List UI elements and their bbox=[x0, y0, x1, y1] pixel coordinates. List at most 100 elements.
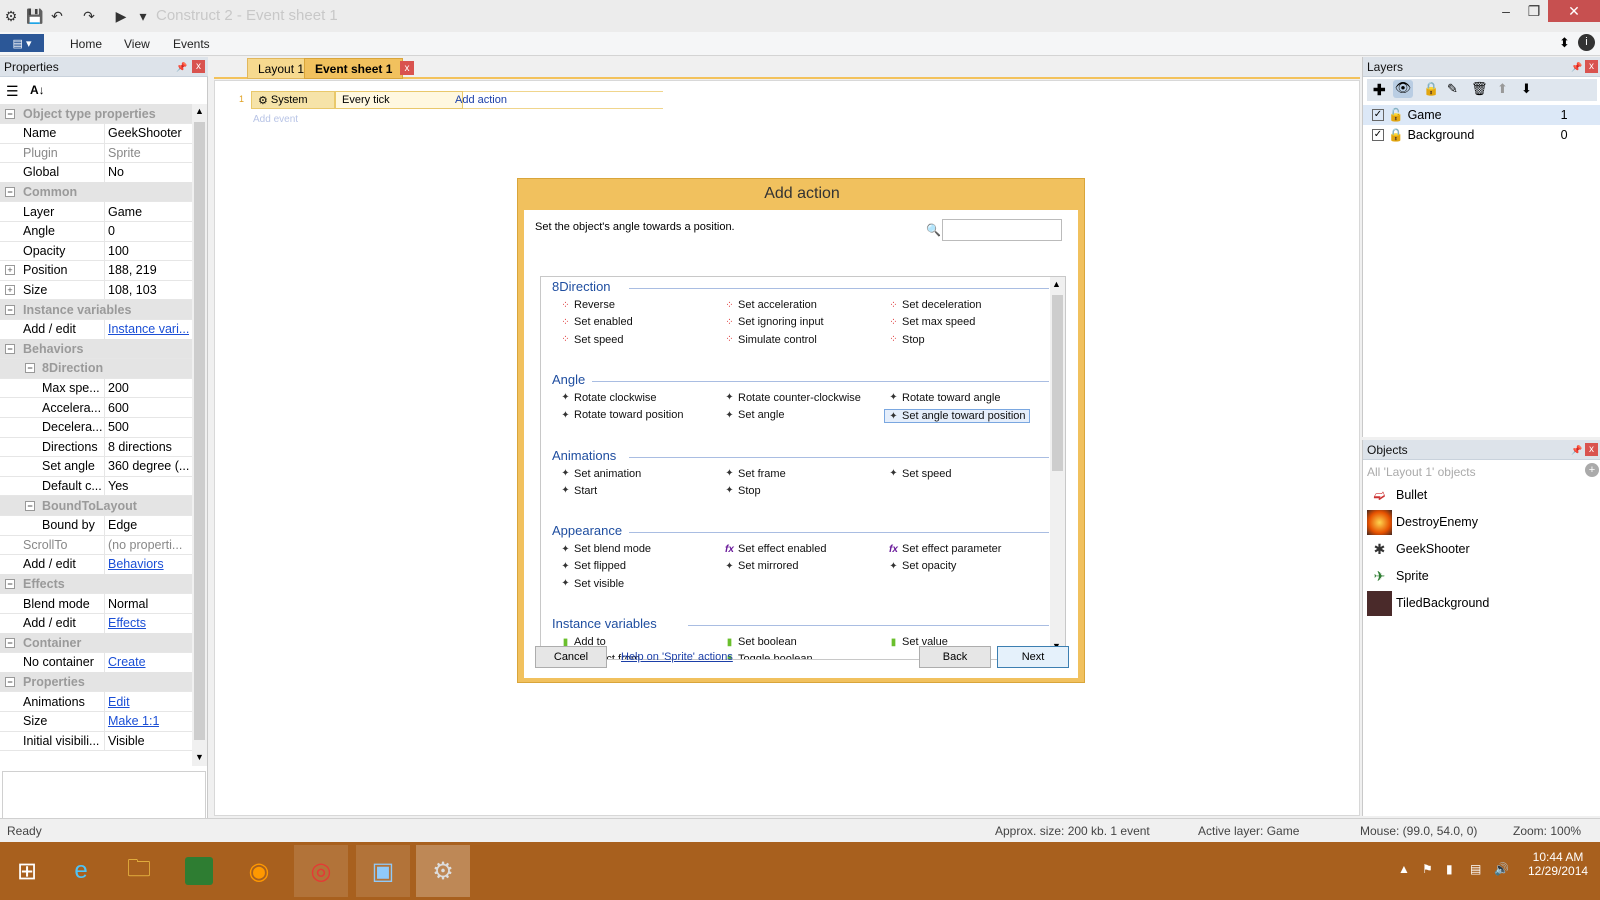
action-item[interactable]: ⁘ Simulate control bbox=[724, 334, 817, 346]
property-row[interactable]: Add / edit Behaviors bbox=[0, 554, 192, 575]
categorized-sort-icon[interactable]: ☰ bbox=[6, 83, 19, 100]
property-row[interactable]: Initial visibili... Visible bbox=[0, 731, 192, 752]
property-row[interactable]: Add / edit Instance vari... bbox=[0, 319, 192, 340]
tab-view[interactable]: View bbox=[124, 37, 150, 51]
action-item[interactable]: fx Set effect enabled bbox=[724, 543, 826, 555]
volume-icon[interactable]: 🔊 bbox=[1494, 862, 1509, 876]
action-item[interactable]: ✦ Set mirrored bbox=[724, 560, 798, 572]
action-item[interactable]: ⁘ Reverse bbox=[560, 299, 615, 311]
expand-collapse-icon[interactable]: − bbox=[25, 363, 35, 374]
preview-play-icon[interactable]: ▶ bbox=[112, 7, 130, 25]
action-item[interactable]: ✦ Start bbox=[560, 485, 597, 497]
property-value[interactable]: Edge bbox=[105, 518, 137, 532]
add-action-link[interactable]: Add action bbox=[455, 94, 507, 106]
property-row[interactable]: Blend mode Normal bbox=[0, 594, 192, 614]
property-value[interactable]: Game bbox=[105, 205, 142, 219]
search-input[interactable] bbox=[942, 219, 1062, 241]
firefox-icon[interactable]: ◉ bbox=[232, 845, 286, 897]
control-panel-icon[interactable]: ▣ bbox=[356, 845, 410, 897]
layers-close-icon[interactable]: x bbox=[1585, 60, 1598, 73]
property-category[interactable]: − Container bbox=[0, 633, 192, 654]
pin-icon[interactable]: 📌 bbox=[1571, 61, 1583, 73]
property-value[interactable]: GeekShooter bbox=[105, 126, 182, 140]
action-item[interactable]: ✦ Set flipped bbox=[560, 560, 626, 572]
edit-pencil-icon[interactable]: ✎ bbox=[1447, 81, 1458, 97]
property-row[interactable]: No container Create bbox=[0, 652, 192, 673]
add-event-link[interactable]: Add event bbox=[253, 114, 298, 125]
property-row[interactable]: Accelera... 600 bbox=[0, 398, 192, 418]
property-category[interactable]: − BoundToLayout bbox=[0, 496, 192, 516]
action-item[interactable]: ✦ Set opacity bbox=[888, 560, 956, 572]
event-condition[interactable]: Every tick bbox=[335, 91, 463, 109]
action-item[interactable]: ▮ Set boolean bbox=[724, 636, 797, 648]
move-down-icon[interactable]: ⬇ bbox=[1521, 81, 1532, 97]
action-item[interactable]: ⁘ Set max speed bbox=[888, 316, 975, 328]
add-layer-icon[interactable]: ✚ bbox=[1373, 81, 1386, 99]
next-button[interactable]: Next bbox=[997, 646, 1069, 668]
property-value[interactable]: Normal bbox=[105, 597, 148, 611]
property-category[interactable]: −8Direction bbox=[0, 358, 192, 379]
start-windows-icon[interactable]: ⊞ bbox=[0, 845, 54, 897]
property-link[interactable]: Instance vari... bbox=[105, 322, 189, 336]
scroll-thumb[interactable] bbox=[194, 122, 205, 740]
delete-layer-icon[interactable]: 🗑 bbox=[1471, 81, 1488, 97]
property-link[interactable]: Effects bbox=[105, 616, 146, 630]
move-up-icon[interactable]: ⬆ bbox=[1497, 81, 1508, 97]
layer-visible-checkbox[interactable]: ✓ bbox=[1372, 109, 1384, 121]
action-item[interactable]: ✦ Set blend mode bbox=[560, 543, 651, 555]
scroll-up-icon[interactable]: ▲ bbox=[1052, 279, 1061, 289]
property-category[interactable]: − Instance variables bbox=[0, 300, 192, 320]
action-item[interactable]: ✦ Set visible bbox=[560, 578, 624, 590]
expand-collapse-icon[interactable]: + bbox=[5, 284, 15, 295]
property-link[interactable]: Edit bbox=[105, 695, 130, 709]
property-value[interactable]: (no properti... bbox=[105, 538, 182, 552]
property-category[interactable]: − Effects bbox=[0, 574, 192, 595]
cancel-button[interactable]: Cancel bbox=[535, 646, 607, 668]
action-item[interactable]: ✦ Rotate clockwise bbox=[560, 392, 656, 404]
property-row[interactable]: Angle 0 bbox=[0, 221, 192, 242]
action-item[interactable]: ⁘ Set acceleration bbox=[724, 299, 817, 311]
property-row[interactable]: Directions 8 directions bbox=[0, 437, 192, 458]
expand-collapse-icon[interactable]: − bbox=[25, 500, 35, 511]
close-button[interactable]: ✕ bbox=[1548, 0, 1600, 22]
ribbon-collapse-icon[interactable]: ⬍ bbox=[1559, 35, 1570, 51]
action-item[interactable]: ✦ Rotate counter-clockwise bbox=[724, 392, 861, 404]
pin-icon[interactable]: 📌 bbox=[176, 61, 188, 73]
property-value[interactable]: No bbox=[105, 165, 124, 179]
property-link[interactable]: Create bbox=[105, 655, 146, 669]
property-value[interactable]: Sprite bbox=[105, 146, 141, 160]
property-value[interactable]: 188, 219 bbox=[105, 263, 157, 277]
object-destroyenemy[interactable]: DestroyEnemy bbox=[1367, 509, 1478, 535]
expand-collapse-icon[interactable]: − bbox=[5, 343, 15, 354]
tab-close-icon[interactable]: x bbox=[400, 61, 414, 75]
expand-collapse-icon[interactable]: − bbox=[5, 108, 15, 119]
maximize-button[interactable]: ❐ bbox=[1518, 0, 1550, 22]
tab-home[interactable]: Home bbox=[70, 37, 102, 51]
property-category[interactable]: − Common bbox=[0, 182, 192, 203]
property-link[interactable]: Behaviors bbox=[105, 557, 164, 571]
chrome-icon[interactable]: ◎ bbox=[294, 845, 348, 897]
lock-icon[interactable]: 🔒 bbox=[1423, 81, 1439, 97]
expand-collapse-icon[interactable]: − bbox=[5, 637, 15, 648]
construct2-taskbar-icon[interactable]: ⚙ bbox=[416, 845, 470, 897]
actions-scrollbar[interactable]: ▲ ▼ bbox=[1050, 277, 1065, 659]
file-explorer-icon[interactable]: 🗀 bbox=[112, 845, 166, 897]
internet-explorer-icon[interactable]: e bbox=[54, 845, 108, 897]
property-link[interactable]: Make 1:1 bbox=[105, 714, 159, 728]
property-row[interactable]: ScrollTo (no properti... bbox=[0, 535, 192, 556]
property-value[interactable]: 600 bbox=[105, 401, 129, 415]
expand-collapse-icon[interactable]: − bbox=[5, 676, 15, 687]
property-row[interactable]: Global No bbox=[0, 162, 192, 183]
property-value[interactable]: 8 directions bbox=[105, 440, 172, 454]
property-value[interactable]: 0 bbox=[105, 224, 115, 238]
action-item[interactable]: ⁘ Stop bbox=[888, 334, 924, 346]
properties-scrollbar[interactable]: ▲ ▼ bbox=[192, 104, 207, 766]
scroll-thumb[interactable] bbox=[1052, 295, 1063, 471]
action-item[interactable]: ✦ Set frame bbox=[724, 468, 785, 480]
action-item[interactable]: ✦ Rotate toward position bbox=[560, 409, 683, 421]
property-row[interactable]: Default c... Yes bbox=[0, 476, 192, 497]
save-icon[interactable]: 💾 bbox=[26, 7, 44, 25]
object-geekshooter[interactable]: ✱ GeekShooter bbox=[1367, 536, 1470, 562]
scroll-up-icon[interactable]: ▲ bbox=[194, 106, 205, 116]
property-value[interactable]: 500 bbox=[105, 420, 129, 434]
